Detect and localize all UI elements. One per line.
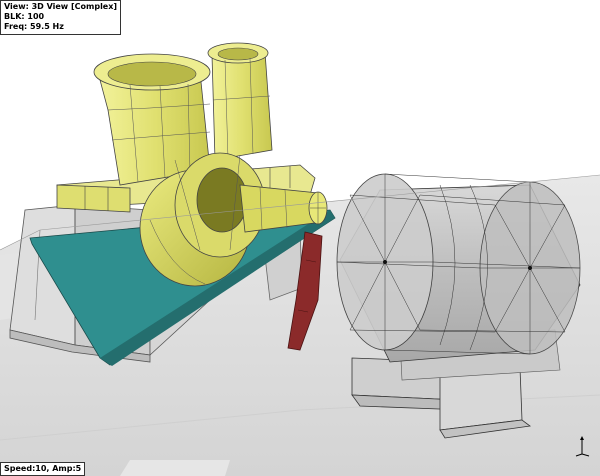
view-info-panel: View: 3D View [Complex] BLK: 100 Freq: 5… <box>0 0 122 35</box>
animation-status: Speed:10, Amp:5 <box>0 462 86 476</box>
xyz-axis-triad-icon <box>575 436 590 457</box>
3d-scene[interactable] <box>0 0 600 476</box>
frequency-label: Freq: 59.5 Hz <box>4 22 64 31</box>
view-mode-label: View: 3D View [Complex] <box>4 2 118 11</box>
3d-viewport[interactable]: View: 3D View [Complex] BLK: 100 Freq: 5… <box>0 0 600 476</box>
block-size-label: BLK: 100 <box>4 12 45 21</box>
